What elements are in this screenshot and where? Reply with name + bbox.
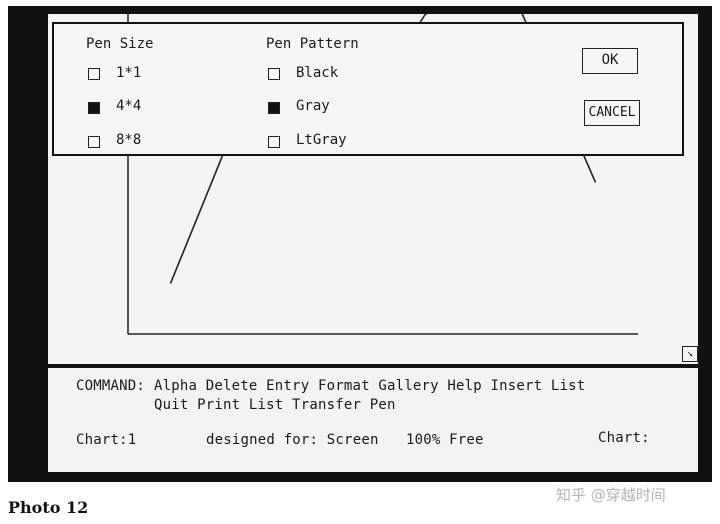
- pen-size-4x4-label: 4*4: [116, 98, 142, 114]
- watermark: 知乎 @穿越时间: [556, 486, 666, 504]
- pen-pattern-ltgray-label: LtGray: [296, 132, 347, 148]
- cancel-button-label: CANCEL: [588, 105, 636, 120]
- designed-for-status: designed for: Screen: [206, 432, 379, 448]
- pen-pattern-black-checkbox[interactable]: [268, 68, 280, 80]
- pen-size-8x8-label: 8*8: [116, 132, 142, 148]
- resize-handle-icon[interactable]: ↘: [682, 346, 698, 362]
- pen-pattern-ltgray-checkbox[interactable]: [268, 136, 280, 148]
- ok-button[interactable]: OK: [582, 48, 638, 74]
- photo-caption: Photo 12: [8, 498, 89, 517]
- chart-input-label: Chart:: [598, 430, 650, 446]
- pen-size-4x4-checkbox[interactable]: [88, 102, 100, 114]
- pen-dialog: Pen Size 1*1 4*4 8*8 Pen Pattern Black G…: [52, 22, 684, 156]
- chart-number-status: Chart:1: [76, 432, 137, 448]
- pen-pattern-gray-label: Gray: [296, 98, 330, 114]
- pen-size-1x1-label: 1*1: [116, 65, 142, 81]
- command-menu-line-2[interactable]: Quit Print List Transfer Pen: [154, 397, 396, 413]
- command-prefix: COMMAND:: [76, 378, 146, 394]
- command-area: COMMAND: Alpha Delete Entry Format Galle…: [48, 368, 698, 472]
- memory-free-status: 100% Free: [406, 432, 484, 448]
- pen-size-1x1-checkbox[interactable]: [88, 68, 100, 80]
- pen-size-heading: Pen Size: [86, 36, 154, 52]
- ok-button-label: OK: [601, 52, 619, 68]
- pen-size-8x8-checkbox[interactable]: [88, 136, 100, 148]
- pen-pattern-heading: Pen Pattern: [266, 36, 359, 52]
- cancel-button[interactable]: CANCEL: [584, 100, 640, 126]
- pen-pattern-gray-checkbox[interactable]: [268, 102, 280, 114]
- command-menu-line-1[interactable]: Alpha Delete Entry Format Gallery Help I…: [154, 378, 585, 394]
- pen-pattern-black-label: Black: [296, 65, 339, 81]
